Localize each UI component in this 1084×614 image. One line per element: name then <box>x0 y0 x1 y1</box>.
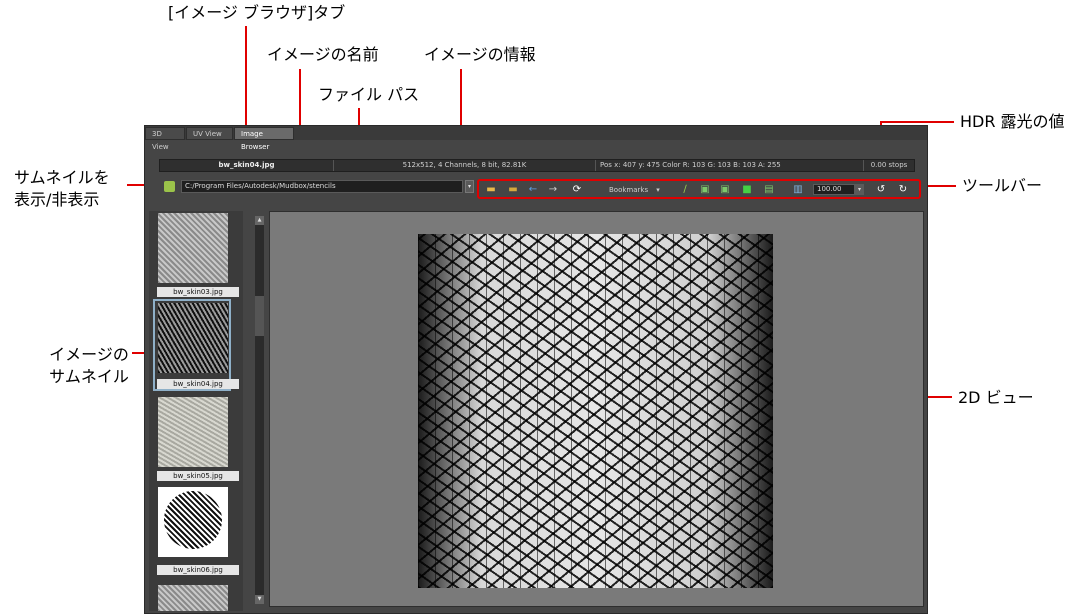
rotate-left-icon[interactable]: ↺ <box>875 184 887 196</box>
callout-image-name: イメージの名前 <box>267 45 379 64</box>
thumbnail-image[interactable] <box>158 585 228 611</box>
rotate-right-icon[interactable]: ↻ <box>897 184 909 196</box>
refresh-icon[interactable]: ⟳ <box>571 184 583 196</box>
flip-icon[interactable]: ▤ <box>763 184 775 196</box>
view-tabs: 3D View UV View Image Browser <box>145 126 927 151</box>
hdr-stops-field: 0.00 stops <box>870 161 908 169</box>
2d-view[interactable] <box>269 211 924 607</box>
scroll-up-icon[interactable]: ▲ <box>255 216 264 225</box>
callout-show-hide-line1: サムネイルを <box>14 168 110 187</box>
callout-show-hide-line2: 表示/非表示 <box>14 190 100 209</box>
tab-uv-view[interactable]: UV View <box>186 127 233 140</box>
forward-icon[interactable]: → <box>547 184 559 196</box>
callout-thumbs-line2: サムネイル <box>49 367 129 386</box>
zoom-dropdown-icon[interactable]: ▾ <box>855 184 864 195</box>
pixel-info-field: Pos x: 407 y: 475 Color R: 103 G: 103 B:… <box>596 160 864 171</box>
toggle-thumbnails-button[interactable] <box>164 181 175 192</box>
back-icon[interactable]: ← <box>527 184 539 196</box>
tab-image-browser[interactable]: Image Browser <box>234 127 294 151</box>
bookmarks-dropdown-icon[interactable]: ▾ <box>652 184 664 196</box>
exposure-icon[interactable]: ▥ <box>792 184 804 196</box>
thumbnail-caption[interactable]: bw_skin05.jpg <box>157 471 239 481</box>
thumbnail-caption[interactable]: bw_skin06.jpg <box>157 565 239 575</box>
callout-show-hide-thumbnails: サムネイルを 表示/非表示 <box>14 167 124 211</box>
callout-image-browser-tab: [イメージ ブラウザ]タブ <box>168 3 346 22</box>
thumbnail-panel: bw_skin03.jpg bw_skin04.jpg bw_skin05.jp… <box>149 211 243 611</box>
callout-file-path: ファイル パス <box>318 85 420 104</box>
add-folder-icon[interactable]: ▬ <box>507 184 519 196</box>
thumbnail-image[interactable] <box>158 487 228 557</box>
thumbnail-image[interactable] <box>158 213 228 283</box>
brush-icon[interactable]: ∕ <box>679 184 691 196</box>
callout-image-info: イメージの情報 <box>424 45 536 64</box>
mudbox-window: 3D View UV View Image Browser bw_skin04.… <box>144 125 928 614</box>
scroll-thumb[interactable] <box>255 296 264 336</box>
leader-image-browser-tab <box>245 26 247 127</box>
leader-hdr-h <box>880 121 954 123</box>
green-channel-icon[interactable]: ■ <box>741 184 753 196</box>
callout-2d-view: 2D ビュー <box>958 388 1034 407</box>
open-folder-icon[interactable]: ▬ <box>485 184 497 196</box>
displayed-image <box>418 234 773 588</box>
scroll-down-icon[interactable]: ▼ <box>255 595 264 604</box>
callout-toolbar: ツールバー <box>962 176 1043 195</box>
bookmarks-menu[interactable]: Bookmarks <box>609 185 648 195</box>
image-info-field: 512x512, 4 Channels, 8 bit, 82.81K <box>334 160 596 171</box>
callout-hdr-exposure: HDR 露光の値 <box>960 112 1065 131</box>
image-name-field: bw_skin04.jpg <box>160 160 334 171</box>
zoom-field[interactable]: 100.00 <box>813 184 855 195</box>
thumbnail-caption[interactable]: bw_skin03.jpg <box>157 287 239 297</box>
alpha-channel-icon[interactable]: ▣ <box>719 184 731 196</box>
rgb-channel-icon[interactable]: ▣ <box>699 184 711 196</box>
thumbnail-image[interactable] <box>158 303 228 373</box>
thumbnail-scrollbar[interactable]: ▲ ▼ <box>255 216 264 604</box>
path-dropdown-button[interactable]: ▾ <box>465 180 474 193</box>
callout-image-thumbnails: イメージのサムネイル <box>44 344 134 388</box>
tab-3d-view[interactable]: 3D View <box>145 127 185 151</box>
file-path-input[interactable]: C:/Program Files/Autodesk/Mudbox/stencil… <box>181 180 463 193</box>
callout-thumbs-line1: イメージの <box>49 345 129 364</box>
thumbnail-caption[interactable]: bw_skin04.jpg <box>157 379 239 389</box>
thumbnail-image[interactable] <box>158 397 228 467</box>
toolbar: ▬ ▬ ← → ⟳ Bookmarks ▾ ∕ ▣ ▣ ■ ▤ ▥ 100.00… <box>477 179 921 199</box>
thumbnail-blob <box>164 491 222 549</box>
image-info-bar: bw_skin04.jpg 512x512, 4 Channels, 8 bit… <box>159 159 915 172</box>
